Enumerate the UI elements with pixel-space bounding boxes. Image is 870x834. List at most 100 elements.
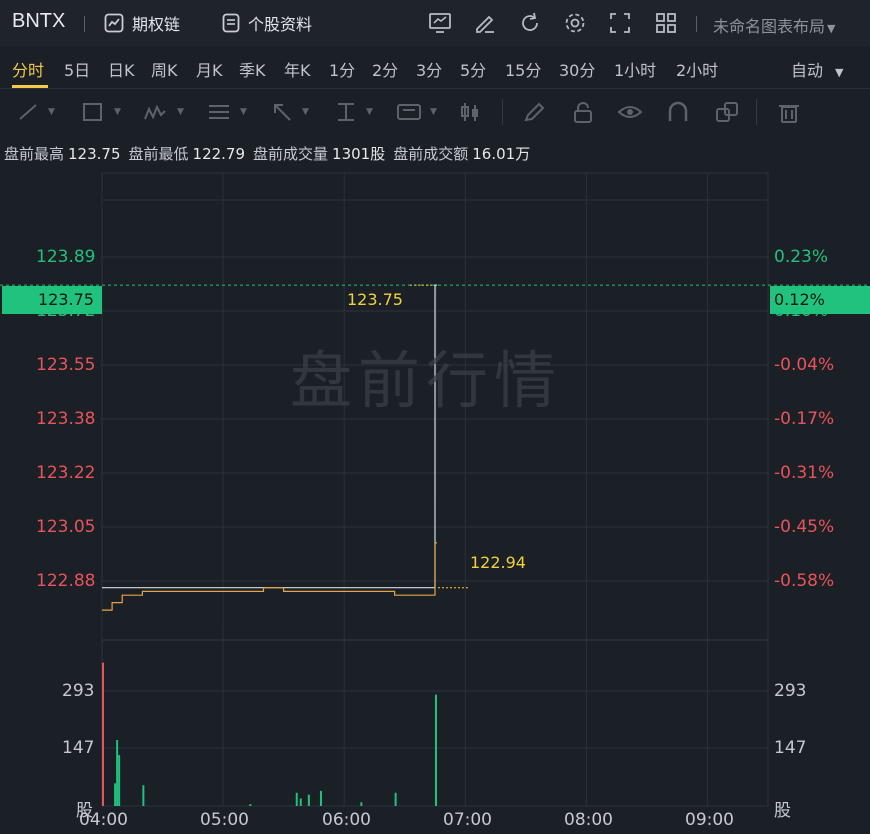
caret-down-icon[interactable]: ▼	[177, 101, 184, 123]
auto-label: 自动	[791, 61, 824, 80]
premarket-amount-label: 盘前成交额	[393, 145, 469, 163]
time-axis-label: 05:00	[200, 810, 249, 830]
arrow-icon[interactable]	[270, 101, 296, 123]
premarket-amount-value: 16.01万	[472, 145, 531, 163]
options-chain-button[interactable]: 期权链	[104, 12, 180, 34]
grid-layout-icon[interactable]	[654, 11, 678, 35]
intraday-chart[interactable]	[0, 170, 870, 810]
text-label-icon[interactable]	[396, 101, 422, 123]
time-axis-label: 06:00	[322, 810, 371, 830]
rectangle-icon[interactable]	[80, 101, 106, 123]
tab-fenshi[interactable]: 分时	[12, 57, 44, 81]
volume-bar	[394, 792, 397, 806]
layout-name-label: 未命名图表布局	[713, 17, 826, 36]
volume-bar	[142, 785, 145, 806]
fullscreen-icon[interactable]	[608, 11, 632, 35]
premarket-volume-value: 1301股	[332, 145, 386, 163]
tab-1min[interactable]: 1分	[329, 57, 355, 81]
volume-bar	[249, 804, 252, 806]
volume-axis-label: 293	[62, 681, 95, 701]
volume-bars	[102, 662, 437, 806]
price-axis-label: 123.38	[36, 409, 96, 429]
volume-axis-label: 293	[774, 681, 807, 701]
divider	[84, 16, 85, 32]
high-price-annotation: 123.75	[347, 290, 403, 309]
wave-pattern-icon[interactable]	[143, 101, 169, 123]
tab-5min[interactable]: 5分	[460, 57, 486, 81]
drawing-toolbar: ▼ ▼ ▼ ▼ ▼ ▼ ▼	[0, 88, 870, 134]
pct-axis-label: -0.04%	[774, 355, 835, 375]
period-tabs: 分时 5日 日K 周K 月K 季K 年K 1分 2分 3分 5分 15分 30分…	[0, 46, 870, 88]
divider	[756, 99, 757, 125]
tab-yearly-k[interactable]: 年K	[284, 57, 311, 81]
tab-daily-k[interactable]: 日K	[108, 57, 135, 81]
volume-bar	[102, 662, 104, 806]
premarket-high-value: 123.75	[68, 145, 121, 163]
layout-selector[interactable]: 未命名图表布局 ▼	[713, 13, 835, 37]
candlestick-icon[interactable]	[458, 101, 484, 123]
caret-down-icon: ▼	[835, 66, 844, 79]
price-axis-label: 123.55	[36, 355, 96, 375]
volume-bar	[307, 794, 310, 806]
volume-bar	[299, 798, 302, 806]
volume-bar	[114, 783, 117, 806]
ticker-symbol[interactable]: BNTX	[12, 10, 65, 33]
eye-icon[interactable]	[617, 101, 643, 123]
stock-profile-label: 个股资料	[248, 15, 313, 34]
measure-icon[interactable]	[333, 101, 359, 123]
pct-axis-label: -0.58%	[774, 571, 835, 591]
trend-line-icon[interactable]	[16, 101, 42, 123]
volume-bar	[319, 790, 322, 806]
stock-profile-button[interactable]: 个股资料	[222, 12, 312, 34]
caret-down-icon[interactable]: ▼	[430, 101, 437, 123]
premarket-watermark: 盘前行情	[290, 344, 563, 417]
premarket-low-label: 盘前最低	[128, 145, 189, 163]
options-chain-label: 期权链	[132, 15, 181, 34]
caret-down-icon[interactable]: ▼	[240, 101, 247, 123]
volume-unit-label: 股	[774, 801, 791, 821]
caret-down-icon[interactable]: ▼	[366, 101, 373, 123]
settings-gear-icon[interactable]	[563, 11, 587, 35]
price-axis-label: 123.22	[36, 463, 96, 483]
edit-icon[interactable]	[473, 11, 497, 35]
auto-scale-dropdown[interactable]: 自动 ▼	[791, 57, 843, 81]
time-axis-label: 08:00	[564, 810, 613, 830]
magnet-icon[interactable]	[665, 101, 691, 123]
document-icon	[222, 13, 240, 33]
tab-1hour[interactable]: 1小时	[614, 57, 656, 81]
volume-bar	[118, 755, 121, 806]
caret-down-icon[interactable]: ▼	[302, 101, 309, 123]
avg-price-annotation: 122.94	[470, 553, 526, 572]
options-chain-icon	[104, 13, 124, 33]
refresh-icon[interactable]	[518, 11, 542, 35]
current-price-tag: 123.75	[2, 286, 102, 314]
price-axis-label: 122.88	[36, 571, 96, 591]
top-toolbar: BNTX 期权链 个股资料 未命名图表布局 ▼	[0, 0, 870, 46]
copy-icon[interactable]	[714, 101, 740, 123]
price-axis-label: 123.05	[36, 517, 96, 537]
price-axis-label: 123.89	[36, 247, 96, 267]
trash-icon[interactable]	[776, 101, 802, 123]
tab-30min[interactable]: 30分	[559, 57, 595, 81]
tab-quarterly-k[interactable]: 季K	[239, 57, 266, 81]
pct-axis-label: -0.17%	[774, 409, 835, 429]
premarket-low-value: 122.79	[192, 145, 246, 163]
time-axis-label: 07:00	[443, 810, 492, 830]
chart-monitor-icon[interactable]	[428, 11, 452, 35]
fibonacci-icon[interactable]	[206, 101, 232, 123]
tab-2hour[interactable]: 2小时	[676, 57, 718, 81]
caret-down-icon[interactable]: ▼	[48, 101, 55, 123]
tab-weekly-k[interactable]: 周K	[151, 57, 178, 81]
tab-15min[interactable]: 15分	[505, 57, 541, 81]
tab-5day[interactable]: 5日	[64, 57, 90, 81]
time-axis-label: 04:00	[79, 810, 128, 830]
tab-2min[interactable]: 2分	[372, 57, 398, 81]
volume-axis-label: 147	[774, 738, 807, 758]
caret-down-icon[interactable]: ▼	[114, 101, 121, 123]
tab-3min[interactable]: 3分	[416, 57, 442, 81]
premarket-volume-label: 盘前成交量	[253, 145, 329, 163]
tab-monthly-k[interactable]: 月K	[196, 57, 223, 81]
pen-icon[interactable]	[522, 101, 548, 123]
caret-down-icon: ▼	[827, 22, 836, 35]
lock-icon[interactable]	[570, 101, 596, 123]
